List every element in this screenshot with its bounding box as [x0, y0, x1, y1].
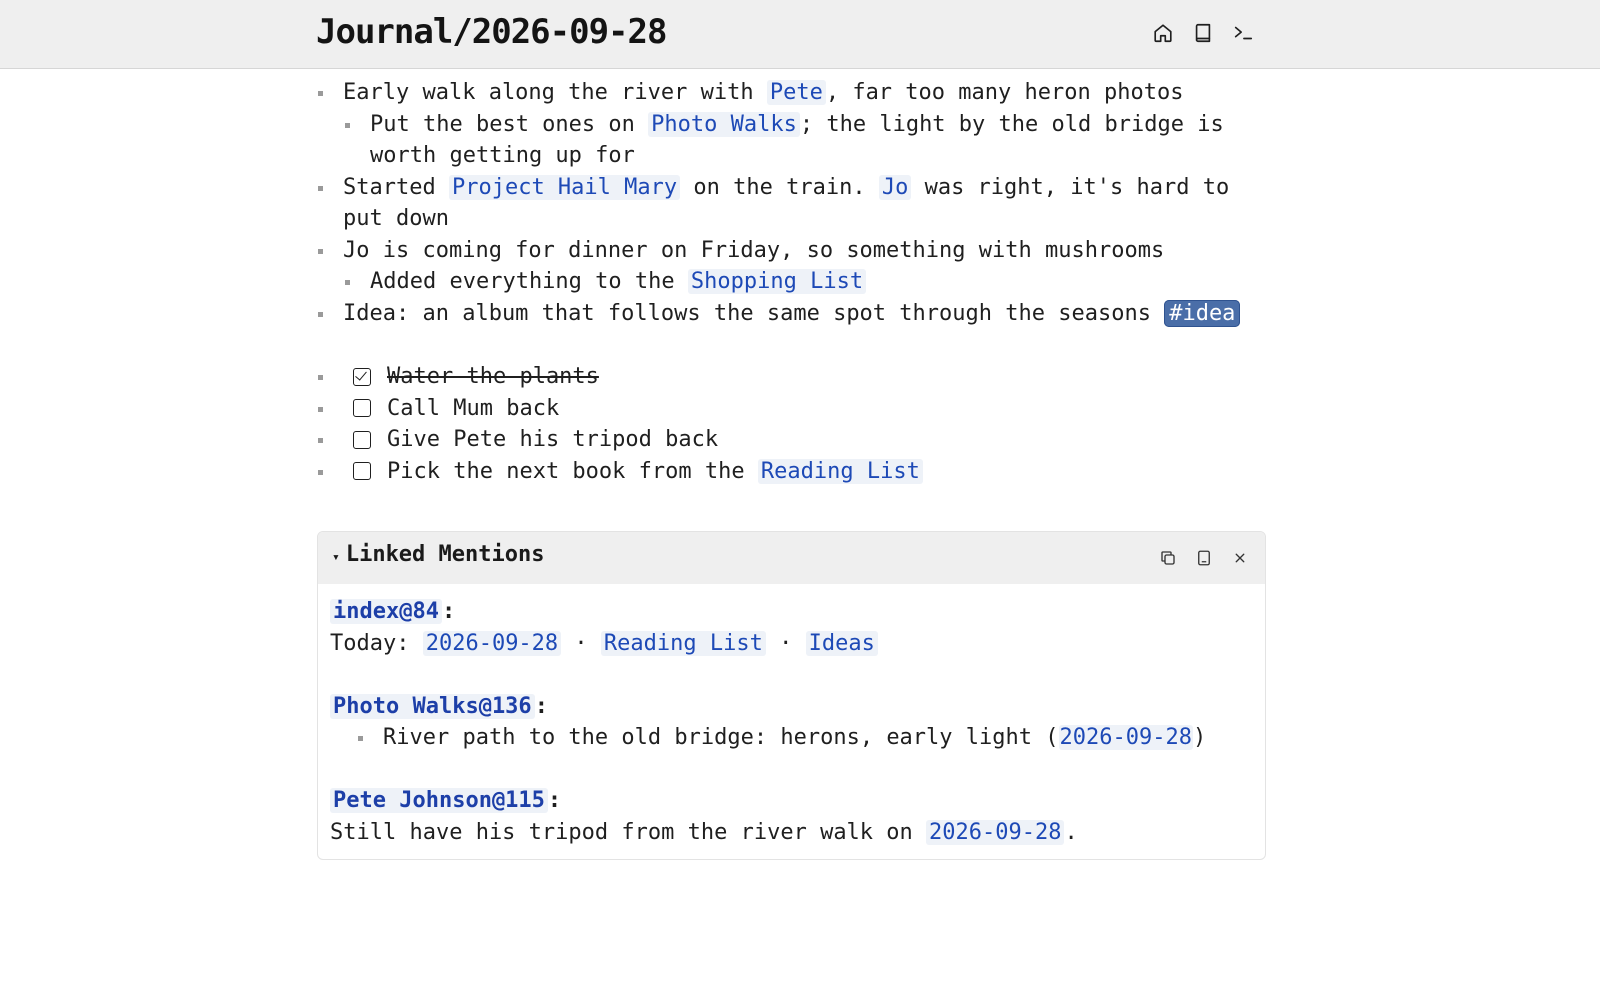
- linked-mentions-body: index@84: Today: 2026-09-28 · Reading Li…: [318, 584, 1265, 848]
- mention-text: Today: 2026-09-28 · Reading List · Ideas: [330, 628, 1253, 660]
- header-toolbar: [1150, 20, 1256, 46]
- list-item: Put the best ones on Photo Walks; the li…: [343, 109, 1266, 172]
- todo-text: Give Pete his tripod back: [387, 427, 719, 452]
- page-title: Journal/2026-09-28: [316, 12, 667, 52]
- page-header: Journal/2026-09-28: [0, 0, 1600, 69]
- todo-text: Water the plants: [387, 364, 599, 389]
- page-link-pete[interactable]: Pete: [766, 80, 826, 105]
- mention-source: Pete Johnson@115:: [330, 785, 1253, 817]
- collapse-toggle-icon[interactable]: ▾: [332, 550, 340, 565]
- todo-item: Pick the next book from the Reading List: [316, 456, 1266, 488]
- page-link-project-hail-mary[interactable]: Project Hail Mary: [448, 174, 681, 200]
- mention-source-link[interactable]: Pete Johnson@115: [330, 788, 548, 813]
- linked-mentions-toolbar: [1157, 547, 1251, 569]
- linked-mentions-title: ▾ Linked Mentions: [332, 542, 545, 567]
- tablet-icon[interactable]: [1193, 547, 1215, 569]
- list-item: Jo is coming for dinner on Friday, so so…: [316, 235, 1266, 267]
- mention-source: index@84:: [330, 596, 1253, 628]
- mention-text: Still have his tripod from the river wal…: [330, 819, 1078, 845]
- todo-text: Call Mum back: [387, 395, 560, 421]
- book-icon[interactable]: [1190, 20, 1216, 46]
- todo-item: Water the plants: [316, 361, 1266, 393]
- mention-source-link[interactable]: index@84: [330, 599, 442, 624]
- list-item: Early walk along the river with Pete, fa…: [316, 77, 1266, 109]
- linked-mentions-header: ▾ Linked Mentions: [318, 532, 1265, 584]
- mention-source-link[interactable]: Photo Walks@136: [330, 693, 535, 719]
- terminal-icon[interactable]: [1230, 20, 1256, 46]
- mention-text: River path to the old bridge: herons, ea…: [356, 722, 1253, 754]
- list-item: Started Project Hail Mary on the train. …: [316, 172, 1266, 235]
- page-link-reading-list[interactable]: Reading List: [600, 630, 766, 656]
- linked-mentions-panel: ▾ Linked Mentions index@84: Today: 2026-0…: [317, 531, 1266, 860]
- tag-idea[interactable]: #idea: [1164, 299, 1241, 327]
- todo-checkbox[interactable]: [353, 462, 371, 481]
- page-link-ideas[interactable]: Ideas: [805, 630, 878, 656]
- mention-source: Photo Walks@136:: [330, 691, 1253, 723]
- page-link-date[interactable]: 2026-09-28: [422, 630, 562, 656]
- todo-checkbox[interactable]: [353, 399, 371, 418]
- page-link-reading-list[interactable]: Reading List: [757, 458, 923, 484]
- home-icon[interactable]: [1150, 20, 1176, 46]
- todo-checkbox[interactable]: [353, 430, 371, 449]
- journal-content: Early walk along the river with Pete, fa…: [316, 77, 1266, 487]
- close-icon[interactable]: [1229, 547, 1251, 569]
- list-item: Idea: an album that follows the same spo…: [316, 298, 1266, 330]
- todo-item: Give Pete his tripod back: [316, 424, 1266, 456]
- page-link-jo[interactable]: Jo: [878, 174, 912, 200]
- page-link-date[interactable]: 2026-09-28: [1058, 725, 1193, 750]
- page-link-date[interactable]: 2026-09-28: [926, 819, 1065, 845]
- list-item: Added everything to the Shopping List: [343, 266, 1266, 298]
- page-link-photo-walks[interactable]: Photo Walks: [648, 111, 800, 137]
- todo-item: Call Mum back: [316, 393, 1266, 425]
- todo-checkbox[interactable]: [353, 367, 371, 386]
- copy-icon[interactable]: [1157, 547, 1179, 569]
- page-link-shopping-list[interactable]: Shopping List: [687, 269, 867, 294]
- todo-text: Pick the next book from the Reading List: [387, 456, 923, 488]
